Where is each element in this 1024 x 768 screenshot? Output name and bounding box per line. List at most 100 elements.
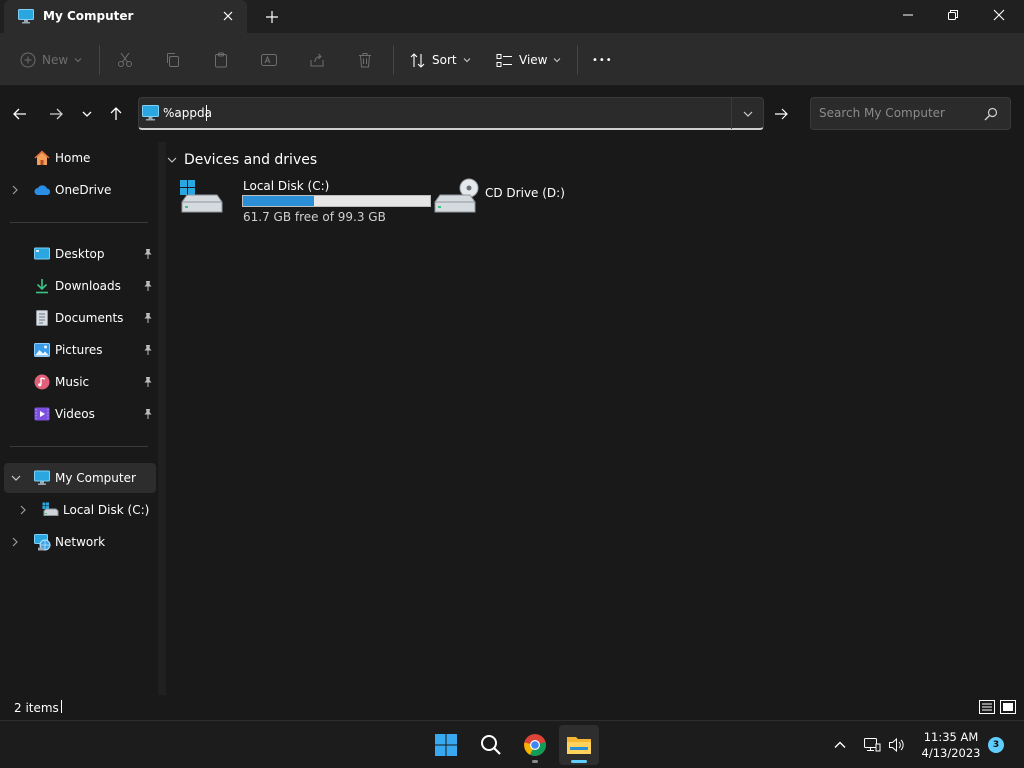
tab-close-icon[interactable] bbox=[220, 8, 236, 24]
taskbar-search-button[interactable] bbox=[471, 725, 511, 765]
restore-button[interactable] bbox=[930, 0, 976, 30]
pin-icon[interactable] bbox=[142, 248, 154, 263]
new-label: New bbox=[42, 53, 69, 67]
notification-badge[interactable]: 3 bbox=[988, 737, 1004, 753]
up-button[interactable] bbox=[104, 102, 128, 126]
onedrive-icon bbox=[34, 182, 51, 198]
show-hidden-icons-button[interactable] bbox=[830, 735, 850, 755]
tab-my-computer[interactable]: My Computer bbox=[4, 0, 247, 33]
sidebar-item-onedrive[interactable]: OneDrive bbox=[4, 175, 156, 205]
pin-icon[interactable] bbox=[142, 408, 154, 423]
chevron-down-icon[interactable] bbox=[10, 472, 22, 487]
running-indicator bbox=[532, 760, 538, 763]
pin-icon[interactable] bbox=[142, 344, 154, 359]
cut-button[interactable] bbox=[116, 47, 134, 73]
minimize-button[interactable] bbox=[885, 0, 931, 30]
network-status-button[interactable] bbox=[862, 735, 882, 755]
rename-button[interactable] bbox=[260, 47, 278, 73]
details-view-icon[interactable] bbox=[978, 699, 996, 715]
sidebar-item-label: Videos bbox=[55, 407, 95, 421]
sidebar-item-videos[interactable]: Videos bbox=[4, 399, 156, 429]
sidebar-item-home[interactable]: Home bbox=[4, 143, 156, 173]
drive-local-disk-c[interactable]: Local Disk (C:) 61.7 GB free of 99.3 GB bbox=[178, 178, 433, 226]
taskbar-file-explorer[interactable] bbox=[559, 725, 599, 765]
drive-cd-d[interactable]: CD Drive (D:) bbox=[433, 178, 583, 226]
more-options-button[interactable]: ••• bbox=[592, 47, 613, 73]
chevron-down-icon bbox=[82, 111, 92, 117]
computer-icon bbox=[18, 9, 34, 27]
sidebar-item-network[interactable]: Network bbox=[4, 527, 156, 557]
separator bbox=[393, 45, 394, 75]
search-box[interactable] bbox=[810, 97, 1011, 130]
recent-locations-button[interactable] bbox=[75, 102, 99, 126]
chevron-right-icon[interactable] bbox=[10, 184, 20, 199]
pin-icon[interactable] bbox=[142, 376, 154, 391]
clock-time: 11:35 AM bbox=[923, 730, 979, 744]
start-button[interactable] bbox=[426, 725, 466, 765]
plus-circle-icon bbox=[20, 52, 36, 68]
sort-button[interactable]: Sort bbox=[409, 47, 471, 73]
address-bar[interactable] bbox=[138, 97, 764, 130]
group-title: Devices and drives bbox=[184, 152, 318, 168]
tab-title: My Computer bbox=[43, 9, 134, 23]
arrow-up-icon bbox=[110, 107, 122, 120]
windows-icon bbox=[435, 734, 457, 756]
taskbar: 11:35 AM 4/13/2023 3 bbox=[0, 720, 1024, 768]
status-divider bbox=[61, 700, 62, 713]
delete-button[interactable] bbox=[356, 47, 374, 73]
search-icon[interactable] bbox=[984, 107, 998, 124]
search-input[interactable] bbox=[819, 106, 979, 120]
close-icon bbox=[993, 9, 1005, 21]
rename-icon bbox=[261, 54, 277, 66]
chevron-down-icon bbox=[167, 157, 177, 163]
command-bar: New Sort View ••• bbox=[0, 33, 1024, 86]
sidebar-item-label: Pictures bbox=[55, 343, 103, 357]
share-button[interactable] bbox=[308, 47, 326, 73]
file-list: Devices and drives Local Disk (C:) 61.7 … bbox=[166, 142, 1024, 695]
sidebar-item-pictures[interactable]: Pictures bbox=[4, 335, 156, 365]
address-history-dropdown[interactable] bbox=[731, 98, 764, 129]
pin-icon[interactable] bbox=[142, 280, 154, 295]
active-indicator bbox=[571, 760, 587, 763]
chevron-down-icon bbox=[743, 111, 753, 117]
tiles-view-icon[interactable] bbox=[999, 699, 1017, 715]
sidebar-item-local-disk[interactable]: Local Disk (C:) bbox=[4, 495, 156, 525]
sidebar-item-downloads[interactable]: Downloads bbox=[4, 271, 156, 301]
view-button[interactable]: View bbox=[496, 47, 561, 73]
back-button[interactable] bbox=[8, 102, 32, 126]
taskbar-chrome[interactable] bbox=[515, 725, 555, 765]
sidebar-item-music[interactable]: Music bbox=[4, 367, 156, 397]
desktop-icon bbox=[34, 246, 50, 262]
local-disk-icon bbox=[178, 178, 224, 221]
home-icon bbox=[34, 150, 50, 166]
close-button[interactable] bbox=[976, 0, 1022, 30]
address-input[interactable] bbox=[163, 106, 723, 120]
sidebar-item-documents[interactable]: Documents bbox=[4, 303, 156, 333]
chevron-right-icon[interactable] bbox=[18, 504, 28, 519]
pane-splitter[interactable] bbox=[158, 142, 166, 695]
title-bar: My Computer bbox=[0, 0, 1024, 33]
sidebar-item-desktop[interactable]: Desktop bbox=[4, 239, 156, 269]
arrow-right-icon bbox=[50, 108, 63, 120]
videos-icon bbox=[34, 406, 50, 422]
taskbar-clock[interactable]: 11:35 AM 4/13/2023 bbox=[916, 729, 986, 761]
paste-button[interactable] bbox=[212, 47, 230, 73]
pin-icon[interactable] bbox=[142, 312, 154, 327]
sidebar-item-label: Home bbox=[55, 151, 91, 165]
new-button[interactable]: New bbox=[20, 47, 82, 73]
share-icon bbox=[310, 53, 324, 67]
chevron-right-icon[interactable] bbox=[10, 536, 20, 551]
volume-button[interactable] bbox=[887, 735, 907, 755]
sidebar-divider bbox=[10, 222, 148, 223]
paste-icon bbox=[215, 52, 227, 68]
separator bbox=[99, 45, 100, 75]
chevron-down-icon bbox=[463, 58, 470, 63]
clock-date: 4/13/2023 bbox=[921, 746, 981, 760]
chrome-icon bbox=[524, 734, 546, 756]
forward-button[interactable] bbox=[44, 102, 68, 126]
copy-button[interactable] bbox=[164, 47, 182, 73]
sidebar-item-my-computer[interactable]: My Computer bbox=[4, 463, 156, 493]
group-header-devices[interactable]: Devices and drives bbox=[166, 152, 317, 168]
new-tab-icon[interactable] bbox=[262, 7, 282, 27]
go-button[interactable] bbox=[765, 97, 796, 130]
